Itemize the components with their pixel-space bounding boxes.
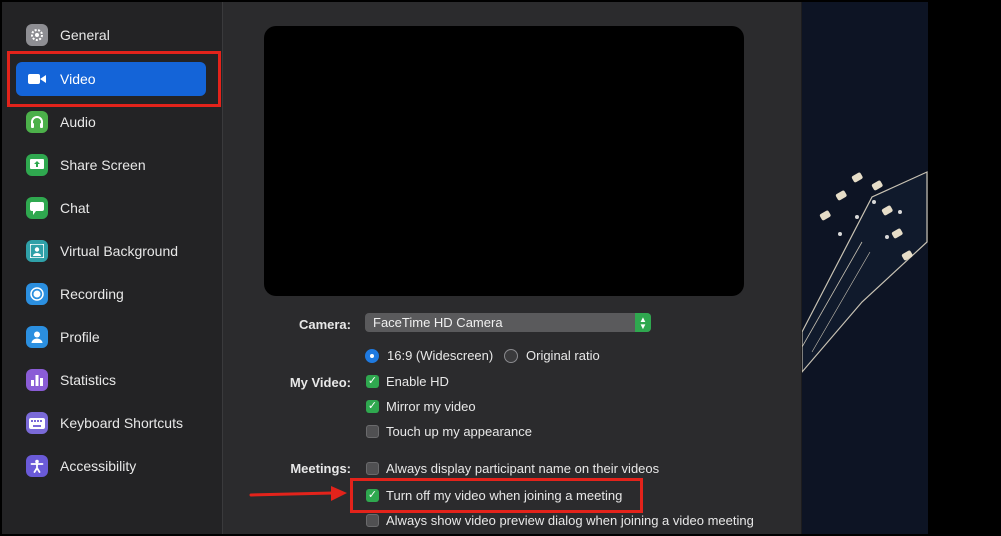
- checkbox-empty: [366, 425, 379, 438]
- sidebar-item-profile[interactable]: Profile: [16, 320, 206, 354]
- sidebar-item-label: Keyboard Shortcuts: [60, 415, 183, 431]
- video-settings-panel: Camera: FaceTime HD Camera ▲ ▼ 16:9 (Wide…: [223, 2, 801, 534]
- sidebar-item-general[interactable]: General: [16, 18, 206, 52]
- right-black-margin: [928, 2, 999, 534]
- camera-label: Camera:: [298, 317, 351, 332]
- checkbox-empty: [366, 514, 379, 527]
- sidebar-item-accessibility[interactable]: Accessibility: [16, 449, 206, 483]
- camera-preview: [264, 26, 744, 296]
- checkbox-enable-hd[interactable]: ✓ Enable HD: [366, 374, 449, 389]
- option-label: Touch up my appearance: [386, 424, 532, 439]
- option-label: Always show video preview dialog when jo…: [386, 513, 754, 528]
- camera-select-value: FaceTime HD Camera: [373, 315, 503, 330]
- sidebar-item-label: Share Screen: [60, 157, 146, 173]
- sidebar-item-virtual-background[interactable]: Virtual Background: [16, 234, 206, 268]
- settings-sidebar: General Video Audio Share Screen Chat Vi…: [2, 2, 223, 534]
- radio-original-ratio[interactable]: Original ratio: [504, 348, 600, 363]
- checkbox-display-participant-name[interactable]: Always display participant name on their…: [366, 461, 659, 476]
- gear-icon: [26, 24, 48, 46]
- sidebar-item-audio[interactable]: Audio: [16, 105, 206, 139]
- checkbox-empty: [366, 462, 379, 475]
- checkmark-icon: ✓: [366, 375, 379, 388]
- share-screen-icon: [26, 154, 48, 176]
- camera-select[interactable]: FaceTime HD Camera ▲ ▼: [365, 313, 651, 332]
- person-background-icon: [26, 240, 48, 262]
- chat-bubble-icon: [26, 197, 48, 219]
- radio-button: [504, 348, 518, 363]
- my-video-label: My Video:: [289, 375, 351, 390]
- sidebar-item-recording[interactable]: Recording: [16, 277, 206, 311]
- option-label: Original ratio: [526, 348, 600, 363]
- guitar-headstock-image: [802, 171, 928, 373]
- background-photo: [802, 2, 928, 534]
- red-arrow-icon: [249, 486, 347, 501]
- option-label: Enable HD: [386, 374, 449, 389]
- sidebar-item-label: Statistics: [60, 372, 117, 388]
- option-label: Mirror my video: [386, 399, 476, 414]
- turn-off-video-highlight-box: [350, 478, 643, 513]
- option-label: 16:9 (Widescreen): [387, 348, 494, 363]
- sidebar-item-keyboard-shortcuts[interactable]: Keyboard Shortcuts: [16, 406, 206, 440]
- profile-icon: [26, 326, 48, 348]
- checkbox-show-preview-dialog[interactable]: Always show video preview dialog when jo…: [366, 513, 754, 528]
- sidebar-item-label: Virtual Background: [60, 243, 179, 259]
- meetings-label: Meetings:: [290, 461, 351, 476]
- sidebar-item-share-screen[interactable]: Share Screen: [16, 148, 206, 182]
- sidebar-item-label: Audio: [60, 114, 96, 130]
- sidebar-item-label: General: [60, 27, 110, 43]
- option-label: Always display participant name on their…: [386, 461, 660, 476]
- radio-button-selected: [365, 348, 379, 363]
- accessibility-icon: [26, 455, 48, 477]
- sidebar-item-label: Recording: [60, 286, 124, 302]
- video-highlight-box: [7, 51, 221, 107]
- checkbox-touch-up-appearance[interactable]: Touch up my appearance: [366, 424, 532, 439]
- sidebar-item-chat[interactable]: Chat: [16, 191, 206, 225]
- chevron-up-down-icon: ▲ ▼: [635, 313, 651, 332]
- sidebar-item-label: Profile: [60, 329, 100, 345]
- zoom-settings-window: General Video Audio Share Screen Chat Vi…: [0, 0, 1001, 536]
- sidebar-item-statistics[interactable]: Statistics: [16, 363, 206, 397]
- radio-widescreen[interactable]: 16:9 (Widescreen): [365, 348, 493, 363]
- sidebar-item-label: Accessibility: [60, 458, 137, 474]
- checkbox-mirror-video[interactable]: ✓ Mirror my video: [366, 399, 476, 414]
- checkmark-icon: ✓: [366, 400, 379, 413]
- sidebar-item-label: Chat: [60, 200, 90, 216]
- headphones-icon: [26, 111, 48, 133]
- keyboard-icon: [26, 412, 48, 434]
- bar-chart-icon: [26, 369, 48, 391]
- record-icon: [26, 283, 48, 305]
